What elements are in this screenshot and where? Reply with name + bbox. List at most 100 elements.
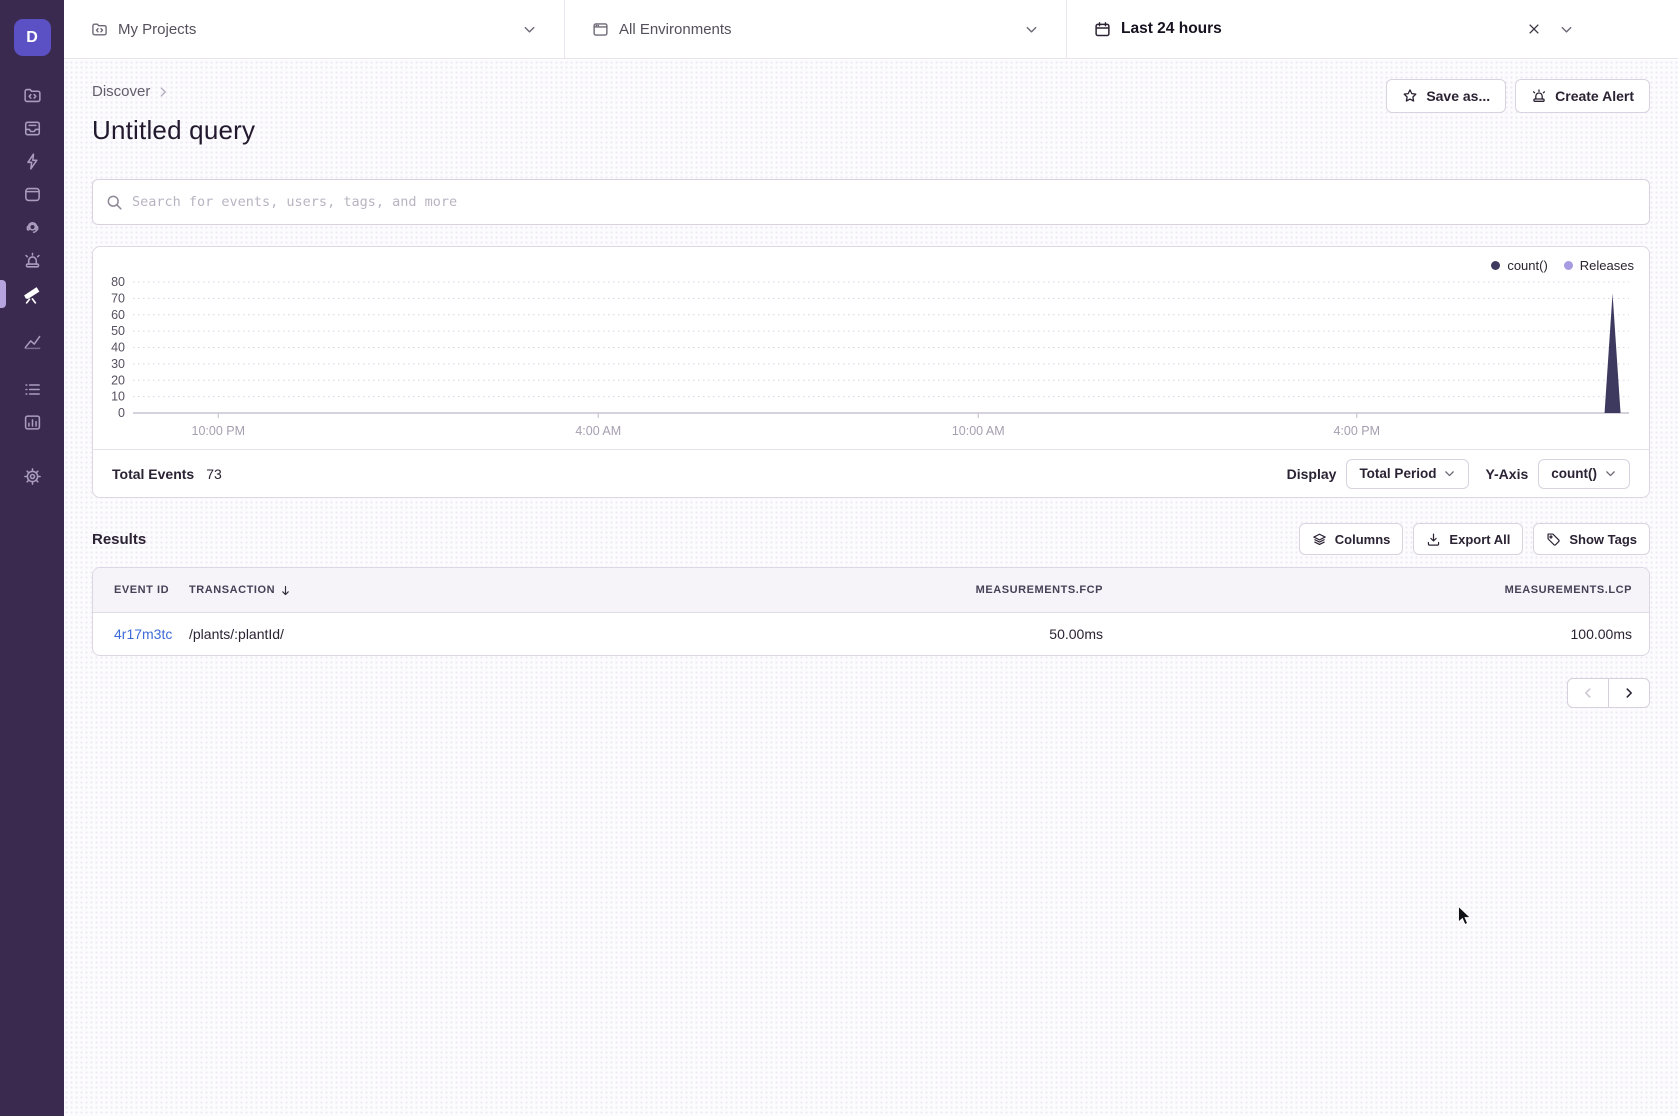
issues-icon (23, 119, 42, 138)
sidebar-item-projects[interactable] (14, 79, 50, 112)
date-range-selector[interactable]: Last 24 hours (1067, 0, 1678, 58)
create-alert-button[interactable]: Create Alert (1515, 79, 1650, 113)
sidebar-item-releases[interactable] (14, 178, 50, 211)
show-tags-button[interactable]: Show Tags (1533, 523, 1650, 555)
sidebar: D (0, 0, 64, 1116)
chevron-down-icon[interactable] (1559, 22, 1574, 37)
sidebar-item-performance[interactable] (14, 145, 50, 178)
y-axis-label: Y-Axis (1485, 466, 1528, 482)
svg-text:60: 60 (111, 308, 125, 322)
event-id-link[interactable]: 4r17m3tc (114, 626, 172, 642)
svg-text:4:00 PM: 4:00 PM (1333, 424, 1380, 438)
sort-desc-arrow-icon (279, 584, 292, 597)
legend-item[interactable]: Releases (1564, 258, 1634, 273)
save-as-button[interactable]: Save as... (1386, 79, 1506, 113)
chevron-down-icon (1443, 467, 1456, 480)
svg-text:10:00 AM: 10:00 AM (952, 424, 1005, 438)
star-icon (1402, 88, 1418, 104)
svg-text:50: 50 (111, 324, 125, 338)
clear-date-icon[interactable] (1527, 22, 1541, 36)
svg-text:80: 80 (111, 275, 125, 289)
sidebar-item-settings[interactable] (14, 460, 50, 493)
topbar: My Projects All Environments (64, 0, 1678, 59)
alerts-siren-icon (23, 251, 42, 270)
calendar-icon (1094, 21, 1111, 38)
lcp-cell: 100.00ms (1111, 626, 1649, 642)
column-header-measurements-fcp[interactable]: Measurements.fcp (791, 584, 1111, 596)
fcp-cell: 50.00ms (791, 626, 1111, 642)
create-alert-label: Create Alert (1555, 88, 1634, 104)
sidebar-item-alerts[interactable] (14, 244, 50, 277)
project-selector-label: My Projects (118, 21, 196, 38)
display-dropdown[interactable]: Total Period (1346, 459, 1469, 489)
sidebar-item-stats[interactable] (14, 406, 50, 439)
tag-icon (1546, 532, 1561, 547)
date-range-label: Last 24 hours (1121, 20, 1222, 38)
releases-icon (23, 185, 42, 204)
breadcrumb-discover-link[interactable]: Discover (92, 83, 150, 100)
svg-text:70: 70 (111, 291, 125, 305)
legend-dot (1564, 261, 1573, 270)
metrics-line-chart-icon (23, 332, 42, 351)
events-chart: count() Releases 0102030405060708010:00 P… (93, 247, 1649, 449)
active-indicator (0, 280, 6, 308)
performance-lightning-icon (23, 152, 42, 171)
chart-legend: count() Releases (1491, 258, 1634, 273)
content: Discover Save as... (64, 60, 1678, 1116)
org-avatar[interactable]: D (14, 19, 51, 56)
columns-button[interactable]: Columns (1299, 523, 1404, 555)
next-page-button[interactable] (1608, 678, 1650, 708)
legend-dot (1491, 261, 1500, 270)
export-all-button[interactable]: Export All (1413, 523, 1523, 555)
column-header-event-id[interactable]: Event ID (93, 584, 189, 596)
search-input[interactable] (132, 180, 1636, 224)
event-id-cell: 4r17m3tc (93, 626, 189, 642)
y-axis-dropdown-value: count() (1551, 466, 1597, 481)
page-title: Untitled query (92, 115, 1650, 146)
environment-selector-label: All Environments (619, 21, 732, 38)
support-headset-icon (23, 218, 42, 237)
chart-footer: Total Events 73 Display Total Period Y-A… (93, 449, 1649, 497)
table-row: 4r17m3tc /plants/:plantId/ 50.00ms 100.0… (93, 613, 1649, 655)
results-heading: Results (92, 531, 146, 548)
svg-text:30: 30 (111, 357, 125, 371)
search-bar (92, 179, 1650, 225)
siren-icon (1531, 88, 1547, 104)
sidebar-item-support[interactable] (14, 211, 50, 244)
events-chart-panel: count()Releases 0102030405060708010:00 P… (92, 246, 1650, 498)
legend-item[interactable]: count() (1491, 258, 1547, 273)
show-tags-label: Show Tags (1569, 532, 1637, 547)
sidebar-item-metrics[interactable] (14, 325, 50, 358)
projects-icon (23, 86, 42, 105)
chevron-right-icon (1622, 686, 1636, 700)
results-table: Event ID Transaction Measurements.fcp Me… (92, 567, 1650, 656)
svg-text:4:00 AM: 4:00 AM (575, 424, 621, 438)
y-axis-dropdown[interactable]: count() (1538, 459, 1630, 489)
display-dropdown-value: Total Period (1359, 466, 1436, 481)
discover-telescope-icon (22, 284, 42, 304)
main-area: My Projects All Environments (64, 0, 1678, 1116)
activity-list-icon (23, 380, 42, 399)
stats-bar-chart-icon (23, 413, 42, 432)
export-all-label: Export All (1449, 532, 1510, 547)
sidebar-item-activity[interactable] (14, 373, 50, 406)
display-label: Display (1287, 466, 1337, 482)
svg-text:0: 0 (118, 406, 125, 420)
table-header-row: Event ID Transaction Measurements.fcp Me… (93, 568, 1649, 613)
column-header-transaction[interactable]: Transaction (189, 584, 791, 597)
chevron-down-icon (1024, 22, 1039, 37)
sidebar-item-issues[interactable] (14, 112, 50, 145)
chart-canvas: 0102030405060708010:00 PM4:00 AM10:00 AM… (93, 247, 1649, 449)
search-icon (106, 194, 123, 211)
svg-text:40: 40 (111, 341, 125, 355)
projects-icon (91, 21, 108, 38)
sidebar-item-discover[interactable] (14, 277, 50, 310)
svg-text:10: 10 (111, 390, 125, 404)
environment-selector[interactable]: All Environments (565, 0, 1067, 58)
chevron-right-icon (156, 85, 170, 99)
legend-label: count() (1507, 258, 1547, 273)
pagination (92, 678, 1650, 708)
project-selector[interactable]: My Projects (64, 0, 565, 58)
previous-page-button[interactable] (1567, 678, 1609, 708)
column-header-measurements-lcp[interactable]: Measurements.lcp (1111, 584, 1649, 596)
